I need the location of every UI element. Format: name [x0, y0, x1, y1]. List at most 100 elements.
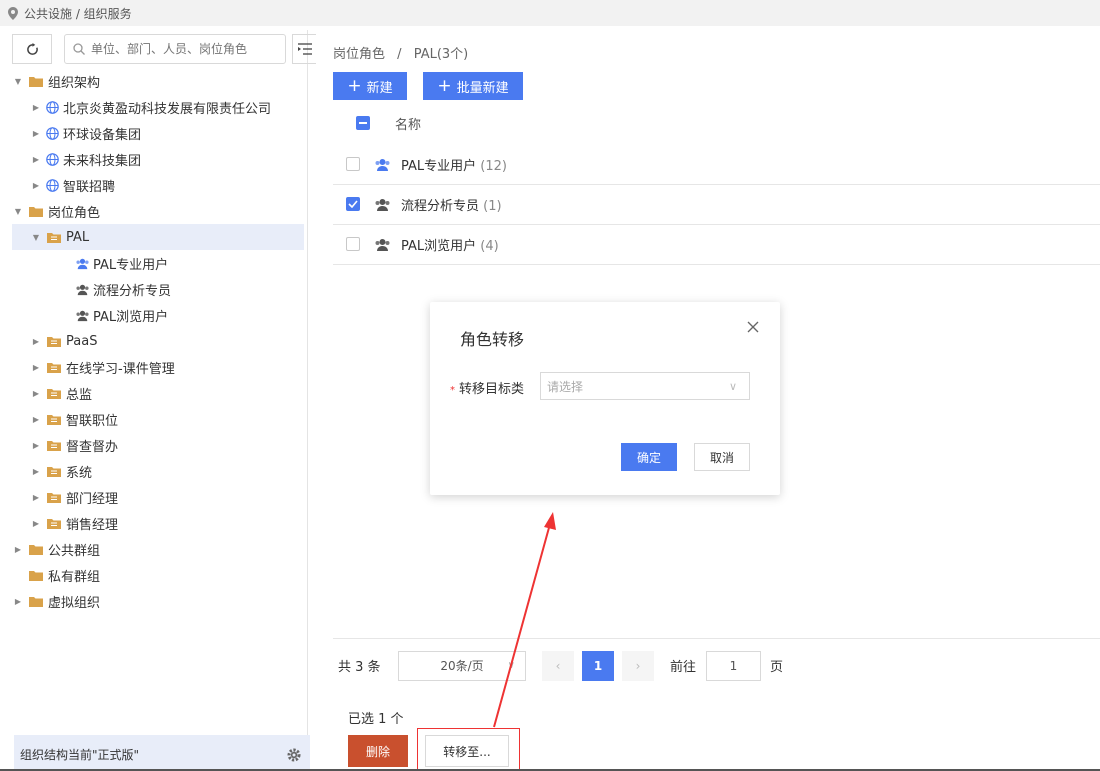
refresh-icon [26, 42, 38, 55]
caret-right-icon[interactable]: ▶ [30, 153, 42, 165]
tree-node-label: 部门经理 [66, 491, 119, 507]
prev-page-button[interactable]: ‹ [542, 650, 574, 681]
tree-node-label: PaaS [66, 333, 98, 349]
caret-right-icon[interactable]: ▶ [30, 127, 42, 139]
caret-right-icon[interactable]: ▶ [30, 413, 42, 425]
tree-node-role-group[interactable]: ▶ 智联职位 [12, 406, 304, 432]
globe-icon [46, 126, 59, 140]
location-pin-icon [8, 6, 18, 20]
tree-node-role-group[interactable]: ▶ 总监 [12, 380, 304, 406]
breadcrumb-current: PAL(3个) [413, 47, 469, 62]
caret-right-icon[interactable]: ▶ [30, 491, 42, 503]
tree-node-role-group[interactable]: ▶ 销售经理 [12, 510, 304, 536]
row-name[interactable]: PAL浏览用户 (4) [401, 235, 499, 254]
refresh-button[interactable] [12, 34, 52, 64]
dialog-title: 角色转移 [460, 330, 525, 349]
tree-node-label: 北京炎黄盈动科技发展有限责任公司 [63, 101, 272, 117]
tree-node-label: 智联职位 [66, 413, 119, 429]
tree-node-role-group[interactable]: ▶ 部门经理 [12, 484, 304, 510]
folder-icon [29, 76, 43, 87]
tree-node-role[interactable]: PAL专业用户 [12, 250, 304, 276]
tree-node-role[interactable]: PAL浏览用户 [12, 302, 304, 328]
tree-node-pal[interactable]: ▼ PAL [12, 224, 304, 250]
goto-page-value: 1 [729, 658, 738, 673]
row-checkbox[interactable] [346, 157, 360, 171]
target-class-select[interactable]: 请选择 ∨ [540, 372, 750, 400]
caret-down-icon[interactable]: ▼ [30, 231, 42, 243]
row-count: (1) [483, 199, 502, 214]
tree-node-role-group[interactable]: ▶ 督查督办 [12, 432, 304, 458]
close-icon[interactable] [746, 320, 760, 334]
row-name-text: PAL专业用户 [401, 159, 477, 174]
gear-icon[interactable] [286, 747, 302, 763]
folder-icon [29, 206, 43, 217]
tree-node-label: 流程分析专员 [93, 283, 172, 299]
tree-node-label: 销售经理 [66, 517, 119, 533]
cancel-button[interactable]: 取消 [694, 443, 750, 471]
delete-button-label: 删除 [365, 744, 390, 759]
new-button[interactable]: + 新建 [333, 72, 407, 100]
user-group-icon [375, 239, 390, 251]
tree-node-company[interactable]: ▶ 环球设备集团 [12, 120, 304, 146]
row-name[interactable]: 流程分析专员 (1) [401, 195, 502, 214]
row-checkbox[interactable] [346, 197, 360, 211]
page-size-select[interactable]: 20条/页 ∨ [398, 650, 526, 681]
row-count: (12) [480, 159, 507, 174]
caret-right-icon[interactable]: ▶ [30, 101, 42, 113]
tree-node-label: 虚拟组织 [48, 595, 101, 611]
tree-node-virtual-org[interactable]: ▶ 虚拟组织 [12, 588, 304, 614]
user-group-icon [375, 199, 390, 211]
row-checkbox[interactable] [346, 237, 360, 251]
globe-icon [46, 152, 59, 166]
tree-node-company[interactable]: ▶ 智联招聘 [12, 172, 304, 198]
table-row[interactable]: 流程分析专员 (1) [333, 185, 1100, 225]
tree-node-role-group[interactable]: ▶ 在线学习-课件管理 [12, 354, 304, 380]
delete-button[interactable]: 删除 [348, 735, 408, 767]
tree-node-company[interactable]: ▶ 北京炎黄盈动科技发展有限责任公司 [12, 94, 304, 120]
tree-node-private-group[interactable]: 私有群组 [12, 562, 304, 588]
user-group-icon [76, 310, 89, 321]
breadcrumb: 岗位角色 / PAL(3个) [333, 43, 468, 62]
batch-new-button[interactable]: + 批量新建 [423, 72, 523, 100]
breadcrumb-separator: / [397, 47, 402, 62]
caret-right-icon[interactable]: ▶ [30, 517, 42, 529]
caret-right-icon[interactable]: ▶ [30, 387, 42, 399]
tree-node-role-group[interactable]: ▶ 系统 [12, 458, 304, 484]
target-field-label: * 转移目标类 [450, 378, 524, 397]
tree-node-label: 在线学习-课件管理 [66, 361, 175, 377]
caret-right-icon[interactable]: ▶ [30, 335, 42, 347]
caret-down-icon[interactable]: ▼ [12, 205, 24, 217]
tree-search-box[interactable] [64, 34, 286, 64]
page-number-current[interactable]: 1 [582, 650, 614, 681]
tree-node-label: 智联招聘 [63, 179, 116, 195]
role-folder-icon [47, 492, 61, 503]
tree-node-roles[interactable]: ▼ 岗位角色 [12, 198, 304, 224]
tree-node-role[interactable]: 流程分析专员 [12, 276, 304, 302]
tree-node-role-group[interactable]: ▶ PaaS [12, 328, 304, 354]
breadcrumb-role[interactable]: 岗位角色 [333, 47, 385, 62]
tree-node-label: PAL浏览用户 [93, 309, 169, 325]
caret-right-icon[interactable]: ▶ [30, 361, 42, 373]
next-page-button[interactable]: › [622, 650, 654, 681]
table-header: 名称 [333, 108, 1100, 138]
search-input[interactable] [91, 42, 281, 56]
tree-node-public-group[interactable]: ▶ 公共群组 [12, 536, 304, 562]
table-row[interactable]: PAL浏览用户 (4) [333, 225, 1100, 265]
page-number-text: 1 [593, 658, 603, 673]
folder-icon [29, 570, 43, 581]
row-name[interactable]: PAL专业用户 (12) [401, 155, 507, 174]
caret-right-icon[interactable]: ▶ [30, 439, 42, 451]
caret-down-icon[interactable]: ▼ [12, 75, 24, 87]
caret-right-icon[interactable]: ▶ [30, 465, 42, 477]
page-unit: 页 [770, 660, 784, 675]
list-view-button[interactable] [292, 34, 316, 64]
table-row[interactable]: PAL专业用户 (12) [333, 145, 1100, 185]
caret-right-icon[interactable]: ▶ [12, 595, 24, 607]
caret-right-icon[interactable]: ▶ [30, 179, 42, 191]
tree-node-org[interactable]: ▼ 组织架构 [12, 68, 304, 94]
select-all-checkbox[interactable] [356, 116, 370, 130]
goto-page-input[interactable]: 1 [706, 650, 761, 681]
confirm-button[interactable]: 确定 [621, 443, 677, 471]
caret-right-icon[interactable]: ▶ [12, 543, 24, 555]
tree-node-company[interactable]: ▶ 未来科技集团 [12, 146, 304, 172]
